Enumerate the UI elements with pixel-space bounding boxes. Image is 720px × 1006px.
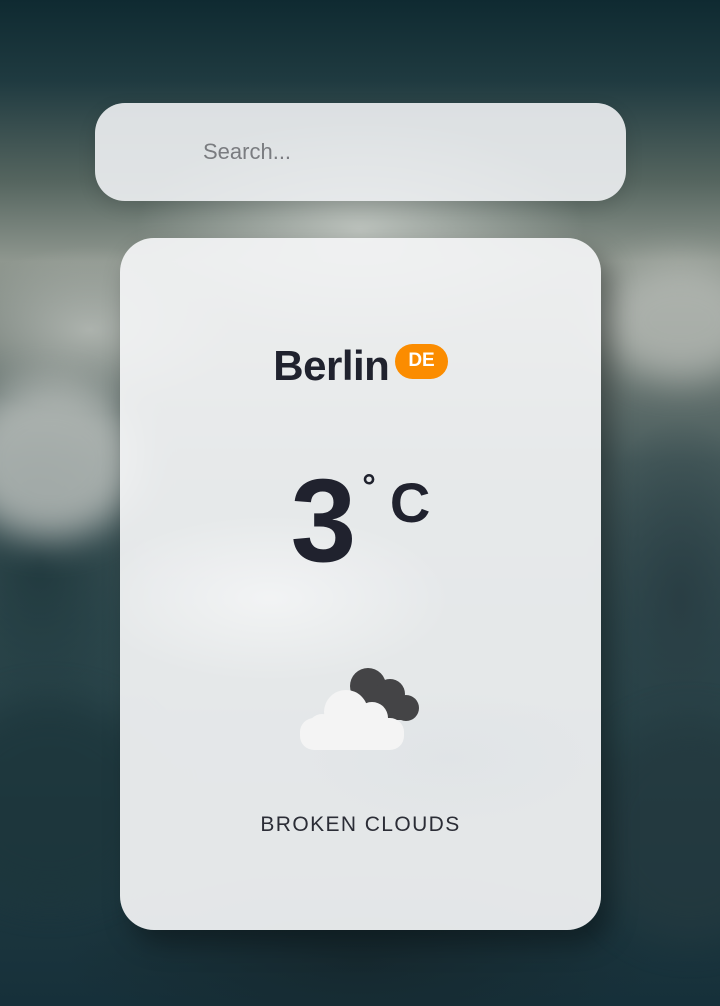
country-badge: DE: [395, 344, 448, 379]
temperature-value: 3: [290, 455, 357, 587]
background-cloud: [0, 380, 140, 540]
background-cloud: [600, 260, 720, 380]
weather-app: BerlinDE 3° C BROKEN CLOUDS: [0, 0, 720, 1006]
city-name: Berlin: [273, 342, 390, 389]
background-cloud: [590, 720, 720, 940]
location: Berlin DE: [120, 342, 601, 390]
search-bar[interactable]: [95, 103, 626, 201]
broken-clouds-icon: [300, 668, 419, 750]
weather-card: Berlin DE 3 ° C BROKEN CLOUDS: [120, 238, 601, 930]
search-input[interactable]: [95, 103, 626, 201]
temperature-unit: C: [389, 471, 431, 534]
temperature: 3 ° C: [120, 462, 601, 580]
degree-symbol: °: [362, 468, 376, 506]
weather-description: BROKEN CLOUDS: [260, 813, 461, 836]
